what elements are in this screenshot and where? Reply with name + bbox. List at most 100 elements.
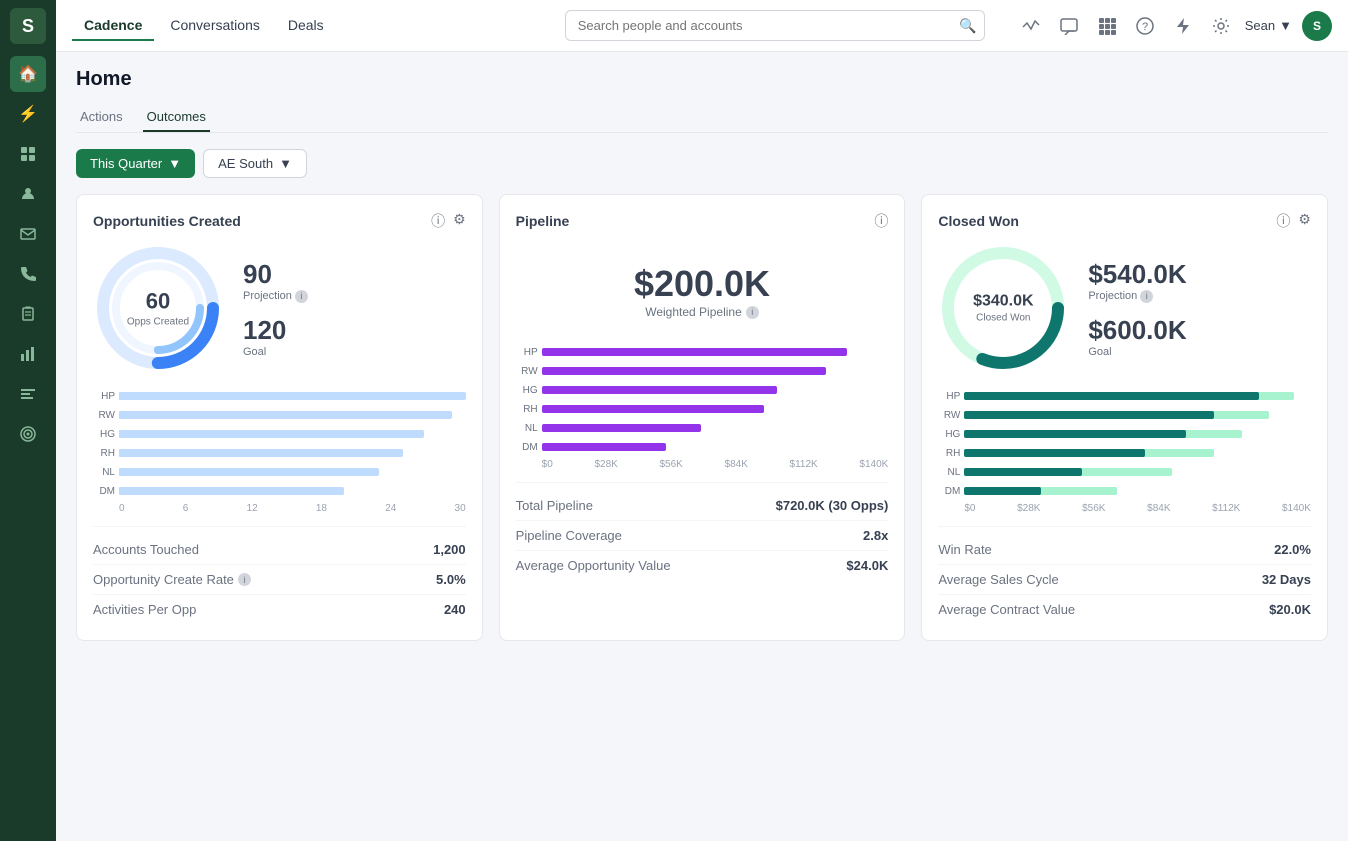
search-icon[interactable]: 🔍	[959, 17, 976, 34]
opportunities-xaxis: 0 6 12 18 24 30	[93, 503, 466, 514]
tab-actions[interactable]: Actions	[76, 103, 127, 132]
closed-won-projection: $540.0K Projection i	[1088, 259, 1186, 303]
stat-row-accounts: Accounts Touched 1,200	[93, 535, 466, 565]
closed-won-header-icons: ⓘ ⚙	[1276, 211, 1311, 231]
sidebar-item-person[interactable]	[10, 176, 46, 212]
user-name: Sean	[1245, 18, 1275, 33]
donut-value-label: 60 Opps Created	[127, 289, 189, 328]
bar-track-rw	[119, 408, 466, 422]
pipeline-bottom-stats: Total Pipeline $720.0K (30 Opps) Pipelin…	[516, 482, 889, 580]
pipeline-bar-nl: NL	[516, 421, 889, 435]
xaxis-24: 24	[385, 503, 396, 514]
closed-won-title: Closed Won	[938, 213, 1019, 229]
settings-icon[interactable]	[1207, 12, 1235, 40]
pipeline-bar-dm: DM	[516, 440, 889, 454]
closed-won-bar-chart: HP RW HG	[938, 389, 1311, 514]
activity-icon[interactable]	[1017, 12, 1045, 40]
svg-text:?: ?	[1142, 21, 1148, 33]
sidebar-item-mail[interactable]	[10, 216, 46, 252]
bar-track-hg	[119, 427, 466, 441]
sidebar-item-grid[interactable]	[10, 136, 46, 172]
closed-won-sub: Closed Won	[973, 313, 1034, 324]
create-rate-label: Opportunity Create Rate i	[93, 572, 251, 587]
user-badge[interactable]: Sean ▼	[1245, 18, 1292, 33]
bar-track-dm	[119, 484, 466, 498]
sidebar-logo[interactable]: S	[10, 8, 46, 44]
cards-grid: Opportunities Created ⓘ ⚙	[76, 194, 1328, 641]
content-area: Home Actions Outcomes This Quarter ▼ AE …	[56, 52, 1348, 841]
closed-won-bar-rh: RH	[938, 446, 1311, 460]
nav-cadence[interactable]: Cadence	[72, 11, 154, 41]
lightning-icon[interactable]	[1169, 12, 1197, 40]
pipeline-card: Pipeline ⓘ $200.0K Weighted Pipeline i	[499, 194, 906, 641]
nav-deals[interactable]: Deals	[276, 11, 336, 41]
tabs: Actions Outcomes	[76, 103, 1328, 133]
nav-conversations[interactable]: Conversations	[158, 11, 272, 41]
create-rate-info[interactable]: i	[238, 573, 251, 586]
search-input[interactable]	[565, 10, 985, 41]
closed-won-info-icon[interactable]: ⓘ	[1276, 211, 1290, 231]
stat-row-avg-contract-value: Average Contract Value $20.0K	[938, 595, 1311, 624]
pipeline-sub-info[interactable]: i	[746, 306, 759, 319]
info-icon[interactable]: ⓘ	[431, 211, 445, 231]
opportunities-stats-right: 90 Projection i 120 Goal	[243, 259, 308, 358]
pipeline-bar-chart: HP RW HG	[516, 345, 889, 470]
stat-row-activities: Activities Per Opp 240	[93, 595, 466, 624]
avg-opp-value-value: $24.0K	[846, 558, 888, 573]
closed-won-projection-value: $540.0K	[1088, 259, 1186, 290]
create-rate-value: 5.0%	[436, 572, 466, 587]
projection-info-icon[interactable]: i	[295, 290, 308, 303]
closed-won-goal: $600.0K Goal	[1088, 315, 1186, 358]
closed-won-donut-label: $340.0K Closed Won	[973, 293, 1034, 324]
pipeline-coverage-label: Pipeline Coverage	[516, 528, 622, 543]
quarter-filter[interactable]: This Quarter ▼	[76, 149, 195, 178]
pipeline-bar-rh: RH	[516, 402, 889, 416]
closed-won-card: Closed Won ⓘ ⚙ $340.0K Close	[921, 194, 1328, 641]
bar-row-hp: HP	[93, 389, 466, 403]
apps-icon[interactable]	[1093, 12, 1121, 40]
sidebar-item-phone[interactable]	[10, 256, 46, 292]
donut-value: 60	[127, 289, 189, 315]
messages-icon[interactable]	[1055, 12, 1083, 40]
avatar[interactable]: S	[1302, 11, 1332, 41]
pipeline-sub: Weighted Pipeline i	[634, 305, 770, 319]
main-area: Cadence Conversations Deals 🔍 ?	[56, 0, 1348, 841]
stat-row-avg-sales-cycle: Average Sales Cycle 32 Days	[938, 565, 1311, 595]
opportunities-card: Opportunities Created ⓘ ⚙	[76, 194, 483, 641]
xaxis-6: 6	[183, 503, 189, 514]
closed-won-chart-top: $340.0K Closed Won $540.0K Projection i	[938, 243, 1311, 373]
sidebar-item-bar-chart[interactable]	[10, 376, 46, 412]
total-pipeline-value: $720.0K (30 Opps)	[776, 498, 889, 513]
closed-won-projection-label: Projection i	[1088, 290, 1186, 303]
pipeline-bar-hp: HP	[516, 345, 889, 359]
stat-row-win-rate: Win Rate 22.0%	[938, 535, 1311, 565]
pipeline-chart-top: $200.0K Weighted Pipeline i	[516, 243, 889, 329]
nav-links: Cadence Conversations Deals	[72, 11, 336, 41]
activities-per-opp-label: Activities Per Opp	[93, 602, 196, 617]
accounts-touched-value: 1,200	[433, 542, 466, 557]
closed-won-gear-icon[interactable]: ⚙	[1298, 211, 1311, 231]
sidebar-item-reports[interactable]	[10, 336, 46, 372]
bar-label-dm: DM	[93, 486, 115, 497]
avg-contract-value-label: Average Contract Value	[938, 602, 1075, 617]
opportunities-bar-chart: HP RW HG	[93, 389, 466, 514]
goal-value: 120	[243, 315, 308, 346]
sidebar-item-clipboard[interactable]	[10, 296, 46, 332]
gear-icon[interactable]: ⚙	[453, 211, 466, 231]
sidebar-item-home[interactable]: 🏠	[10, 56, 46, 92]
pipeline-bar-rw: RW	[516, 364, 889, 378]
closed-won-xaxis: $0 $28K $56K $84K $112K $140K	[938, 503, 1311, 514]
avg-sales-cycle-value: 32 Days	[1262, 572, 1311, 587]
bar-label-hg: HG	[93, 429, 115, 440]
help-icon[interactable]: ?	[1131, 12, 1159, 40]
filters: This Quarter ▼ AE South ▼	[76, 149, 1328, 178]
quarter-chevron: ▼	[168, 156, 181, 171]
nav-icons: ? Sean ▼ S	[1017, 11, 1332, 41]
closed-won-proj-info[interactable]: i	[1140, 290, 1153, 303]
pipeline-info-icon[interactable]: ⓘ	[874, 211, 888, 231]
region-filter[interactable]: AE South ▼	[203, 149, 307, 178]
sidebar-item-lightning[interactable]: ⚡	[10, 96, 46, 132]
tab-outcomes[interactable]: Outcomes	[143, 103, 210, 132]
closed-won-bar-dm: DM	[938, 484, 1311, 498]
sidebar-item-target[interactable]	[10, 416, 46, 452]
